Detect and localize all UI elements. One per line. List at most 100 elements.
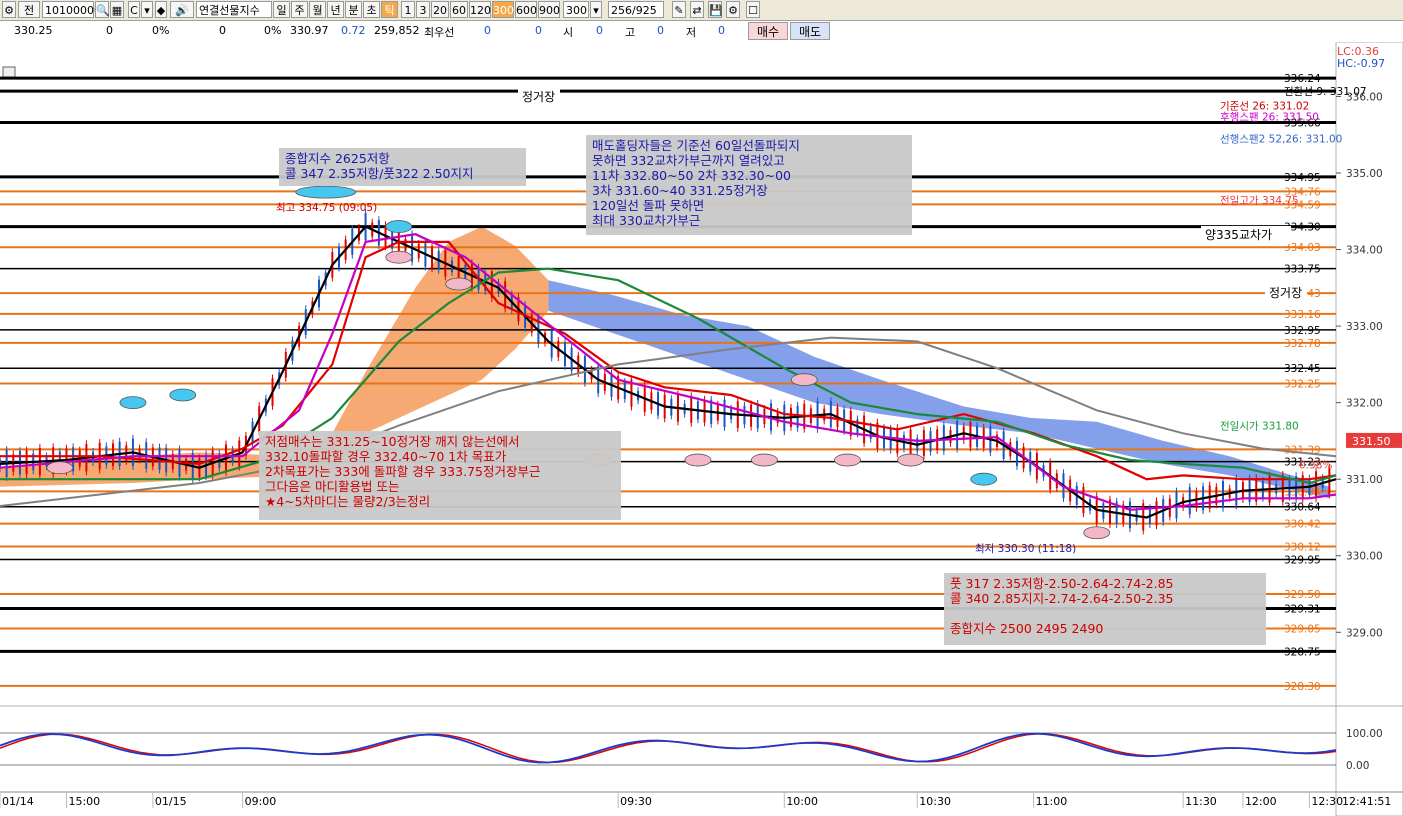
quote-field: 최우선: [424, 26, 455, 39]
price-level-label: 332.25: [1284, 379, 1321, 391]
quote-field: 0: [596, 24, 603, 37]
annotation-line: 그다음은 마디활용법 또는: [265, 479, 399, 494]
x-tick-label: 10:00: [786, 795, 818, 808]
y-tick-label: 336.00: [1346, 91, 1383, 103]
price-level-label: 336.24: [1284, 73, 1321, 85]
tick-20[interactable]: 20: [431, 1, 449, 18]
period-month[interactable]: 월: [309, 1, 326, 18]
price-chart[interactable]: 336.24전환선 9: 331.07335.66334.95334.76334…: [0, 42, 1403, 816]
signal-marker: [750, 453, 778, 467]
quote-field: 0: [484, 24, 491, 37]
indicator-label: 전일고가 334.75: [1220, 194, 1299, 207]
signal-marker: [790, 373, 818, 387]
price-level-label: 330.64: [1284, 502, 1321, 514]
tick-300[interactable]: 300: [492, 1, 514, 18]
signal-marker: [385, 220, 413, 233]
signal-marker: [119, 396, 147, 410]
dropdown-icon[interactable]: ▾: [141, 1, 153, 18]
price-level-label: 330.42: [1284, 519, 1321, 531]
indicator-label: 선행스팬2 52,26: 331.00: [1220, 134, 1342, 146]
x-tick-label: 12:00: [1245, 795, 1277, 808]
y-tick-label: 331.00: [1346, 474, 1383, 486]
chart-label: 최저 330.30 (11:18): [975, 543, 1076, 555]
signal-marker: [1083, 526, 1111, 540]
tick-600[interactable]: 600: [515, 1, 537, 18]
quote-field: 0%: [152, 24, 170, 37]
y-tick-label: 329.00: [1346, 627, 1383, 639]
price-level-label: 332.78: [1284, 338, 1321, 350]
annotation-line: 콜 347 2.35저항/풋322 2.50지지: [285, 166, 474, 181]
settings-icon[interactable]: ⚙: [2, 1, 16, 18]
grid-icon[interactable]: ▦: [110, 1, 124, 18]
annotation-line: 풋 317 2.35저항-2.50-2.64-2.74-2.85: [950, 576, 1174, 591]
quote-bar: 매수 매도 330.25 0 0% 0 0% 330.97 0.72 259,852 최우선 0 0…: [0, 21, 1403, 43]
period-week[interactable]: 주: [291, 1, 308, 18]
annotation-line: 332.10돌파할 경우 332.40~70 1차 목표가: [265, 449, 507, 464]
price-level-label: 329.31: [1284, 604, 1321, 616]
x-tick-label: 09:00: [245, 795, 277, 808]
annotation-line: 2차목표가는 333에 돌파할 경우 333.75정거장부근: [265, 464, 540, 479]
quote-field: 0: [718, 24, 725, 37]
save-icon[interactable]: 💾: [708, 1, 723, 18]
price-level-label: 332.45: [1284, 363, 1321, 375]
diamond-icon[interactable]: ◆: [155, 1, 167, 18]
jeon-button[interactable]: 전: [18, 1, 40, 18]
quote-field: 330.25: [14, 24, 53, 37]
time-readout: 12:41:51: [1342, 795, 1391, 808]
price-level-label: 334.03: [1284, 242, 1321, 254]
period-tick[interactable]: 틱: [381, 1, 398, 18]
tick-900[interactable]: 900: [538, 1, 560, 18]
price-level-label: 333.75: [1284, 264, 1321, 276]
period-second[interactable]: 초: [363, 1, 380, 18]
search-icon[interactable]: 🔍: [95, 1, 110, 18]
price-level-label: 329.95: [1284, 555, 1321, 567]
tick-120[interactable]: 120: [469, 1, 491, 18]
pen-icon[interactable]: ✎: [672, 1, 686, 18]
page-counter[interactable]: 256/925: [608, 1, 664, 18]
tick-dropdown-icon[interactable]: ▾: [590, 1, 602, 18]
quote-field: 시: [563, 26, 574, 39]
tick-1[interactable]: 1: [401, 1, 415, 18]
code-input[interactable]: 10100000: [42, 1, 101, 18]
quote-field: 0: [219, 24, 226, 37]
signal-marker: [445, 277, 473, 291]
annotation-line: 11차 332.80~50 2차 332.30~00: [592, 168, 791, 183]
quote-field: 259,852: [374, 24, 420, 37]
instrument-select[interactable]: 연결선물지수: [196, 1, 272, 18]
tick-3[interactable]: 3: [416, 1, 430, 18]
y-tick-label: 330.00: [1346, 551, 1383, 563]
y-tick-label: 334.00: [1346, 245, 1383, 257]
annotation-line: 종합지수 2500 2495 2490: [950, 621, 1103, 636]
x-tick-label: 01/14: [2, 795, 34, 808]
x-tick-label: 15:00: [68, 795, 100, 808]
annotation-line: ★4~5차마디는 물량2/3는정리: [265, 494, 430, 509]
checkbox[interactable]: ☐: [746, 1, 760, 18]
annotation-line: 3차 331.60~40 331.25정거장: [592, 183, 768, 198]
annotation-line: 최대 330교차가부근: [592, 213, 700, 228]
x-tick-label: 11:00: [1036, 795, 1068, 808]
period-minute[interactable]: 분: [345, 1, 362, 18]
signal-marker: [970, 472, 998, 486]
period-day[interactable]: 일: [273, 1, 290, 18]
tick-custom-input[interactable]: 300: [563, 1, 589, 18]
annotation-line: 매도홀딩자들은 기준선 60일선돌파되지: [592, 138, 800, 153]
sell-button[interactable]: 매도: [790, 22, 830, 40]
annotation-line: 못하면 332교차가부근까지 열려있고: [592, 153, 785, 168]
y-tick-label: 333.00: [1346, 321, 1383, 333]
tick-60[interactable]: 60: [450, 1, 468, 18]
chart-label: 정거장: [1269, 286, 1302, 300]
period-year[interactable]: 년: [327, 1, 344, 18]
signal-marker: [385, 250, 413, 264]
annotation-line: 저점매수는 331.25~10정거장 깨지 않는선에서: [265, 434, 520, 449]
signal-marker: [46, 461, 74, 475]
price-level-label: 334.95: [1284, 172, 1321, 184]
config-icon[interactable]: ⚙: [726, 1, 740, 18]
quote-field: 0%: [264, 24, 282, 37]
y-tick-label: 335.00: [1346, 168, 1383, 180]
sound-icon[interactable]: 🔊: [170, 1, 194, 18]
annotation-line: 120일선 돌파 못하면: [592, 198, 704, 213]
c-button[interactable]: C: [128, 1, 140, 18]
grid-toggle-icon[interactable]: [2, 66, 16, 78]
buy-button[interactable]: 매수: [748, 22, 788, 40]
swap-icon[interactable]: ⇄: [690, 1, 704, 18]
